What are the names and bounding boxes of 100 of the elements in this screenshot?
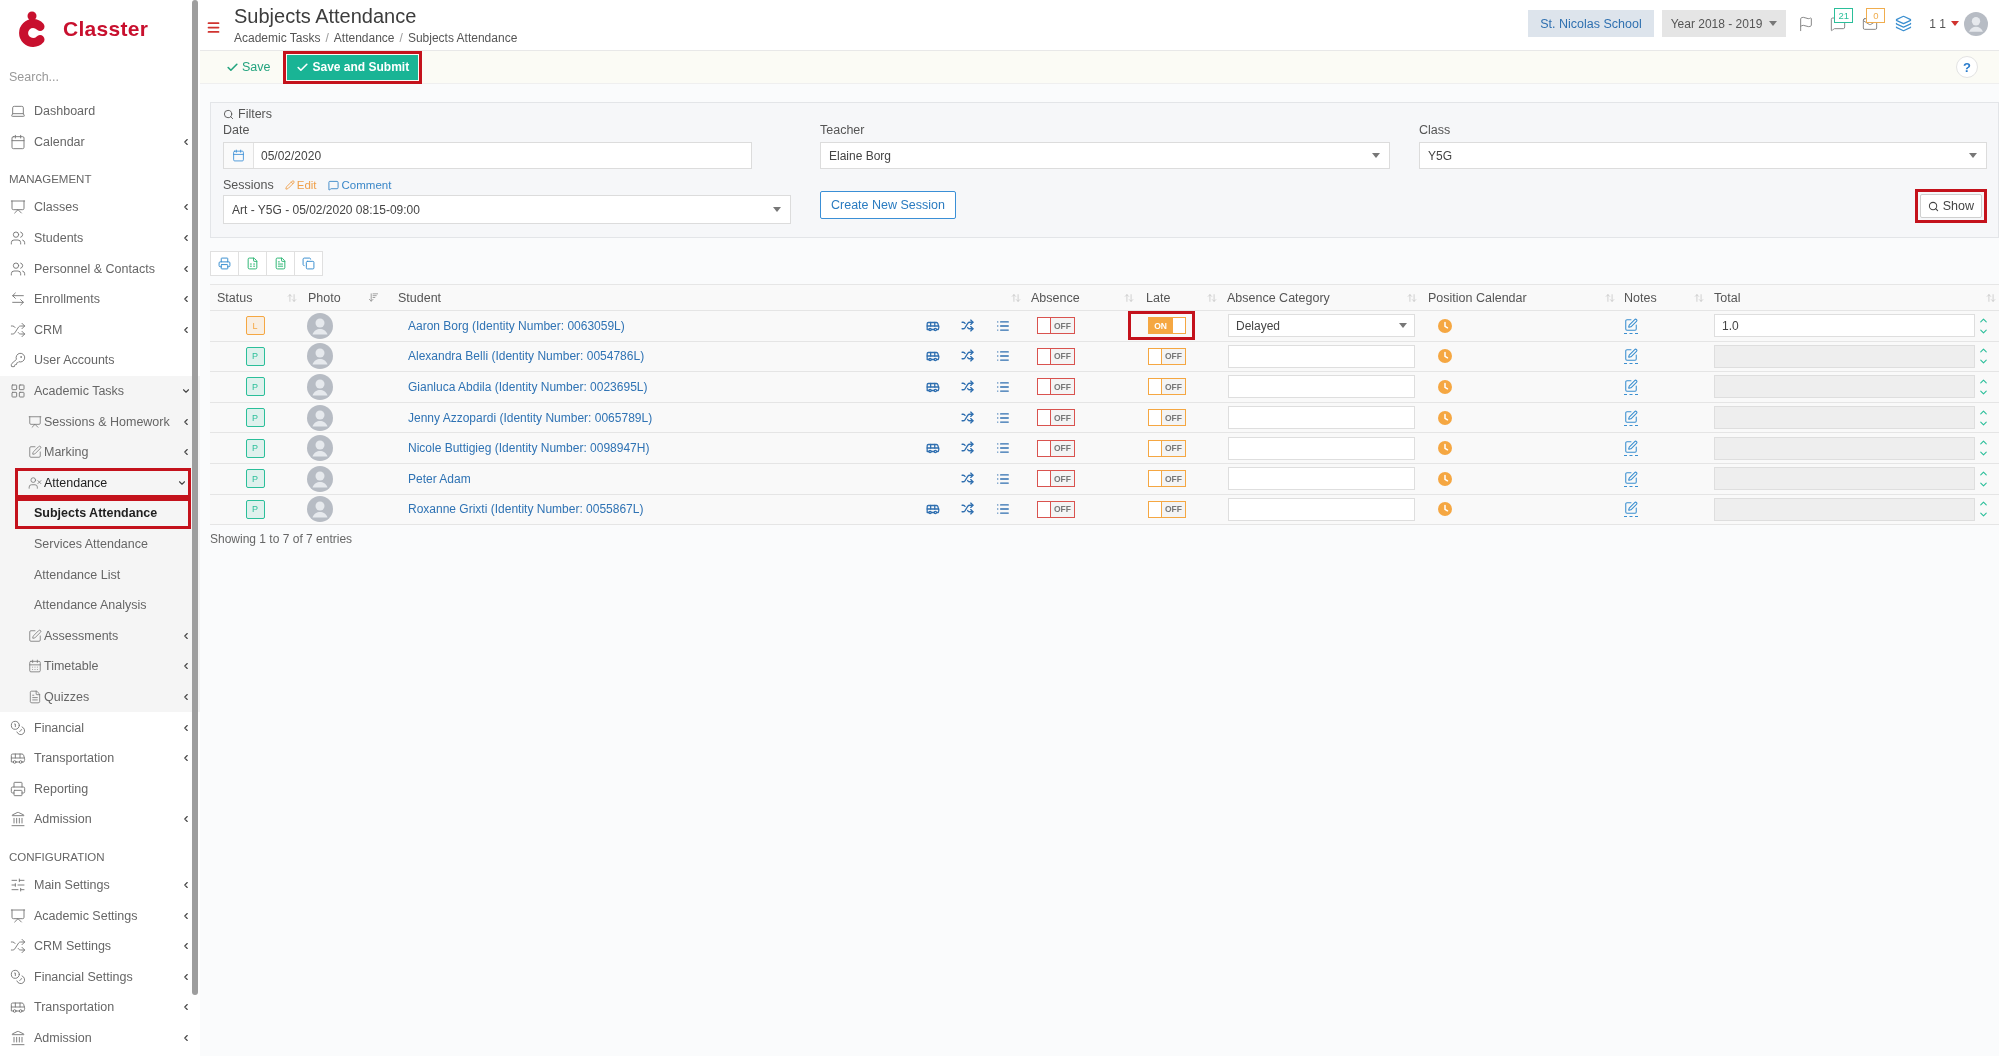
absence-category-field[interactable] xyxy=(1228,406,1415,430)
sidebar-item[interactable]: Students xyxy=(0,222,200,254)
column-header[interactable]: Late xyxy=(1137,285,1220,310)
bus-icon[interactable] xyxy=(925,349,940,364)
export-button[interactable] xyxy=(294,251,323,276)
sidebar-item[interactable]: Academic Settings xyxy=(0,900,200,931)
layers-icon[interactable] xyxy=(1895,15,1913,32)
sidebar-item[interactable]: Quizzes xyxy=(0,681,200,713)
list-icon[interactable] xyxy=(995,380,1010,394)
column-header[interactable]: Photo xyxy=(300,285,388,310)
shuffle-icon[interactable] xyxy=(961,410,974,424)
absence-category-field[interactable] xyxy=(1228,436,1415,460)
breadcrumb-item[interactable]: Academic Tasks xyxy=(234,31,321,45)
absence-toggle[interactable]: OFF xyxy=(1037,347,1075,365)
absence-toggle[interactable]: OFF xyxy=(1037,439,1075,457)
shuffle-icon[interactable] xyxy=(961,502,974,516)
late-toggle[interactable]: OFF xyxy=(1148,470,1186,488)
bus-icon[interactable] xyxy=(925,380,940,394)
shuffle-icon[interactable] xyxy=(961,441,974,455)
absence-category-field[interactable] xyxy=(1228,467,1415,491)
absence-toggle[interactable]: OFF xyxy=(1037,409,1075,427)
clock-icon[interactable] xyxy=(1438,349,1452,364)
help-button[interactable]: ? xyxy=(1956,56,1978,78)
absence-toggle[interactable]: OFF xyxy=(1037,500,1075,518)
sidebar-item[interactable]: Services Attendance xyxy=(0,528,200,560)
sidebar-item[interactable]: CRM xyxy=(0,314,200,346)
column-header[interactable]: Student xyxy=(388,285,1024,310)
list-icon[interactable] xyxy=(995,349,1010,364)
year-select[interactable]: Year 2018 - 2019 xyxy=(1661,10,1787,37)
notes-link[interactable] xyxy=(1624,501,1638,518)
teacher-select[interactable]: Elaine Borg xyxy=(820,142,1390,169)
date-field[interactable]: 05/02/2020 xyxy=(223,142,752,169)
sidebar-item[interactable]: Timetable xyxy=(0,651,200,682)
sidebar-item[interactable]: Reporting xyxy=(0,773,200,805)
sidebar-item[interactable]: Enrollments xyxy=(0,283,200,315)
export-button[interactable] xyxy=(266,251,295,276)
clock-icon[interactable] xyxy=(1438,502,1452,517)
column-header[interactable]: Total xyxy=(1707,285,1999,310)
shuffle-icon[interactable] xyxy=(961,318,974,332)
total-field[interactable]: 1.0 xyxy=(1714,314,1975,338)
list-icon[interactable] xyxy=(995,502,1010,517)
notes-link[interactable] xyxy=(1624,470,1638,487)
sidebar-item[interactable]: Dashboard xyxy=(0,96,200,127)
shuffle-icon[interactable] xyxy=(961,380,974,393)
export-button[interactable] xyxy=(210,251,239,276)
sidebar-item[interactable]: Financial xyxy=(0,712,200,743)
sidebar-item[interactable]: Attendance Analysis xyxy=(0,589,200,621)
notes-link[interactable] xyxy=(1624,379,1638,395)
column-header[interactable]: Absence xyxy=(1024,285,1137,310)
late-toggle[interactable]: OFF xyxy=(1148,500,1186,518)
absence-toggle[interactable]: OFF xyxy=(1037,378,1075,396)
class-select[interactable]: Y5G xyxy=(1419,142,1987,169)
user-menu[interactable]: 1 1 xyxy=(1929,11,1988,36)
student-link[interactable]: Roxanne Grixti (Identity Number: 0055867L) xyxy=(408,502,644,517)
search-field[interactable]: Search... xyxy=(6,65,190,89)
shuffle-icon[interactable] xyxy=(961,471,974,485)
absence-toggle[interactable]: OFF xyxy=(1037,317,1075,335)
student-link[interactable]: Jenny Azzopardi (Identity Number: 0065789L) xyxy=(408,410,653,425)
chevron-down-icon[interactable] xyxy=(1978,387,1989,398)
notes-link[interactable] xyxy=(1624,440,1638,457)
list-icon[interactable] xyxy=(995,441,1010,456)
shuffle-icon[interactable] xyxy=(961,349,974,363)
notes-link[interactable] xyxy=(1624,409,1638,426)
absence-category-field[interactable] xyxy=(1228,497,1415,521)
notes-link[interactable] xyxy=(1624,348,1638,365)
list-icon[interactable] xyxy=(995,410,1010,425)
scrollbar-thumb[interactable] xyxy=(192,0,198,995)
absence-category-field[interactable] xyxy=(1228,344,1415,368)
column-header[interactable]: Notes xyxy=(1618,285,1707,310)
column-header[interactable]: Absence Category xyxy=(1220,285,1420,310)
sidebar-item[interactable]: Main Settings xyxy=(0,869,200,901)
sidebar-item[interactable]: Financial Settings xyxy=(0,961,200,993)
notes-link[interactable] xyxy=(1624,317,1638,334)
show-button[interactable]: Show xyxy=(1919,194,1982,218)
calendar-button[interactable] xyxy=(224,143,254,168)
late-toggle[interactable]: OFF xyxy=(1148,378,1186,396)
clock-icon[interactable] xyxy=(1438,471,1452,486)
sidebar-item[interactable]: Subjects Attendance xyxy=(18,501,188,526)
sidebar-item[interactable]: Assessments xyxy=(0,620,200,652)
session-select[interactable]: Art - Y5G - 05/02/2020 08:15-09:00 xyxy=(223,195,791,224)
list-icon[interactable] xyxy=(995,471,1010,486)
student-link[interactable]: Nicole Buttigieg (Identity Number: 0098947H) xyxy=(408,441,650,456)
clock-icon[interactable] xyxy=(1438,441,1452,456)
sidebar-item[interactable]: CRM Settings xyxy=(0,930,200,962)
late-toggle[interactable]: OFF xyxy=(1148,439,1186,457)
sidebar-item[interactable]: Academic Tasks xyxy=(0,375,200,407)
breadcrumb-item[interactable]: Attendance xyxy=(333,31,395,45)
sidebar-item[interactable]: Attendance xyxy=(18,470,188,496)
bus-icon[interactable] xyxy=(925,502,940,517)
export-button[interactable] xyxy=(238,251,267,276)
sidebar-item[interactable]: User Accounts xyxy=(0,345,200,376)
sidebar-item[interactable]: Admission xyxy=(0,1022,200,1054)
column-header[interactable]: Position Calendar xyxy=(1420,285,1618,310)
sidebar-item[interactable]: Transportation xyxy=(0,992,200,1023)
student-link[interactable]: Gianluca Abdila (Identity Number: 0023695L) xyxy=(408,380,648,394)
menu-icon[interactable] xyxy=(206,20,221,35)
flag-icon[interactable] xyxy=(1798,15,1815,32)
clock-icon[interactable] xyxy=(1438,318,1452,333)
clock-icon[interactable] xyxy=(1438,410,1452,425)
absence-category-select[interactable]: Delayed xyxy=(1228,314,1415,338)
